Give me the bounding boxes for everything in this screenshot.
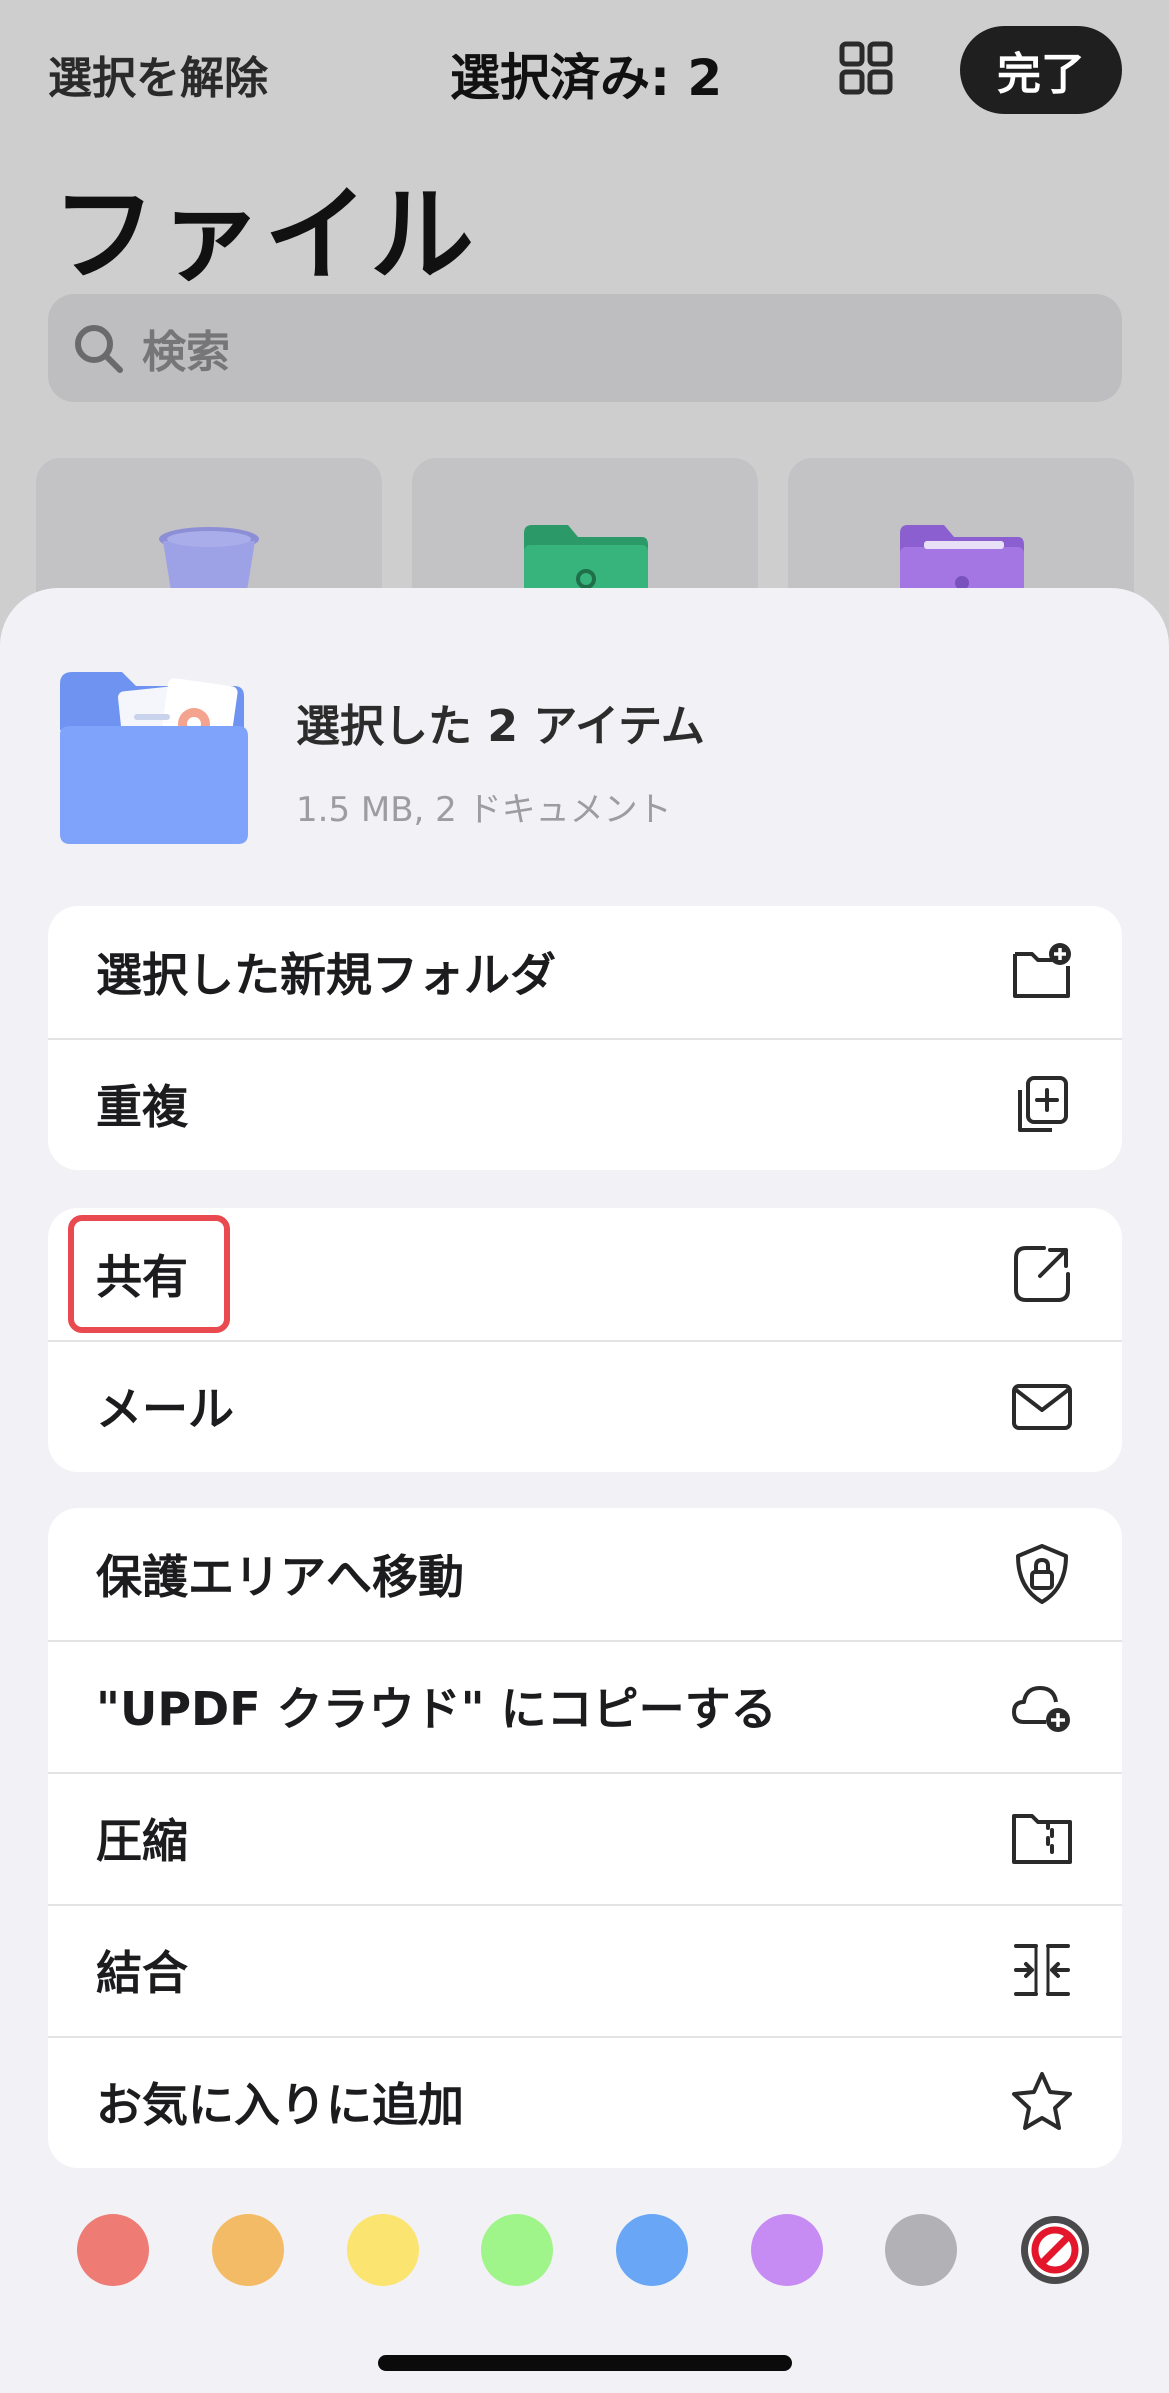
duplicate-icon — [1018, 1076, 1068, 1132]
shield-lock-icon — [1016, 1544, 1068, 1604]
merge-item[interactable]: 結合 — [48, 1904, 1122, 2036]
duplicate-label: 重複 — [96, 1080, 188, 1134]
new-folder-icon — [1013, 943, 1071, 998]
share-label: 共有 — [96, 1250, 188, 1304]
no-color-icon[interactable] — [1019, 2214, 1091, 2286]
share-item[interactable]: 共有 — [48, 1208, 1122, 1340]
compress-item[interactable]: 圧縮 — [48, 1772, 1122, 1904]
new-folder-label: 選択した新規フォルダ — [96, 948, 556, 1002]
copy-to-cloud-item[interactable]: "UPDF クラウド" にコピーする — [48, 1640, 1122, 1772]
merge-icon — [1014, 1944, 1070, 1996]
new-folder-with-selection-item[interactable]: 選択した新規フォルダ — [48, 906, 1122, 1038]
cloud-add-icon — [1012, 1686, 1070, 1732]
page-title: ファイル — [52, 174, 477, 296]
top-bar: 選択を解除 選択済み: 2 完了 — [0, 0, 1169, 140]
zip-folder-icon — [1012, 1814, 1072, 1864]
color-tag-purple[interactable] — [751, 2214, 823, 2286]
grid-view-icon[interactable] — [838, 40, 894, 96]
search-icon — [75, 325, 123, 373]
color-tag-blue[interactable] — [616, 2214, 688, 2286]
action-group-more: 保護エリアへ移動 "UPDF クラウド" にコピーする 圧縮 結合 お気に入りに… — [48, 1508, 1122, 2168]
selection-count: 選択済み: 2 — [450, 49, 723, 107]
mail-icon — [1012, 1384, 1072, 1430]
color-tag-red[interactable] — [77, 2214, 149, 2286]
home-indicator — [378, 2355, 792, 2371]
selection-summary-title: 選択した 2 アイテム — [296, 701, 705, 752]
action-group-share: 共有 メール — [48, 1208, 1122, 1472]
share-icon — [1014, 1246, 1070, 1302]
done-button[interactable]: 完了 — [960, 26, 1122, 114]
add-to-favorites-item[interactable]: お気に入りに追加 — [48, 2036, 1122, 2168]
star-icon — [1012, 2072, 1072, 2130]
color-tag-gray[interactable] — [885, 2214, 957, 2286]
copy-to-cloud-label: "UPDF クラウド" にコピーする — [96, 1682, 777, 1736]
action-sheet: 選択した 2 アイテム 1.5 MB, 2 ドキュメント 選択した新規フォルダ … — [0, 588, 1169, 2393]
search-bar[interactable]: 検索 — [48, 294, 1122, 402]
search-input[interactable]: 検索 — [142, 316, 230, 380]
color-tag-orange[interactable] — [212, 2214, 284, 2286]
move-to-secure-area-label: 保護エリアへ移動 — [96, 1550, 464, 1604]
selection-summary-subtitle: 1.5 MB, 2 ドキュメント — [296, 790, 672, 830]
compress-label: 圧縮 — [96, 1814, 188, 1868]
action-group-folder: 選択した新規フォルダ 重複 — [48, 906, 1122, 1170]
selected-files-folder-icon — [60, 672, 248, 844]
add-to-favorites-label: お気に入りに追加 — [96, 2078, 464, 2132]
mail-label: メール — [96, 1382, 234, 1436]
color-tag-green[interactable] — [481, 2214, 553, 2286]
merge-label: 結合 — [96, 1946, 188, 2000]
move-to-secure-area-item[interactable]: 保護エリアへ移動 — [48, 1508, 1122, 1640]
duplicate-item[interactable]: 重複 — [48, 1038, 1122, 1170]
deselect-button[interactable]: 選択を解除 — [48, 42, 268, 106]
color-tag-yellow[interactable] — [347, 2214, 419, 2286]
color-tag-row — [0, 2210, 1169, 2290]
mail-item[interactable]: メール — [48, 1340, 1122, 1472]
